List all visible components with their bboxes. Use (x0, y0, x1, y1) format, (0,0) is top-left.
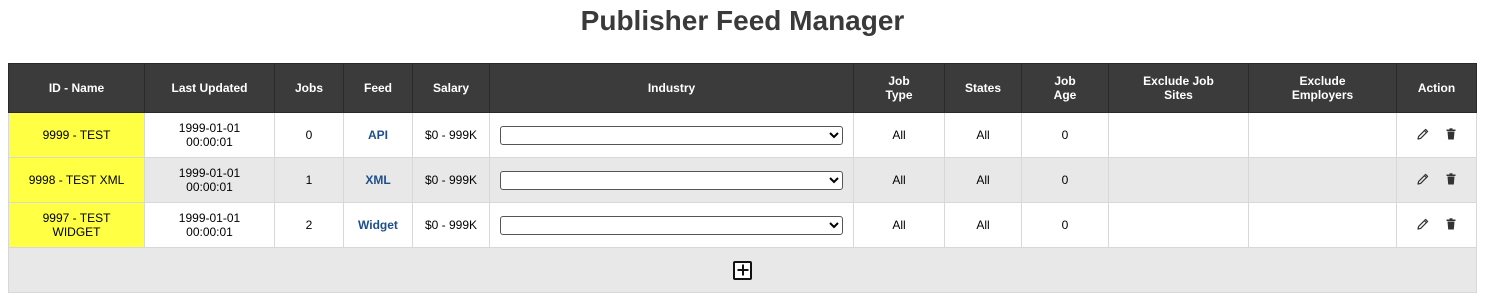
header-feed: Feed (343, 63, 413, 113)
feed-cell: XML (343, 157, 413, 203)
table-row: 9998 - TEST XML 1999-01-01 00:00:01 1 XM… (8, 157, 1477, 203)
exclude-job-sites-cell (1108, 202, 1249, 248)
trash-icon[interactable] (1445, 127, 1457, 140)
add-row-cell (8, 247, 1477, 293)
header-industry: Industry (489, 63, 854, 113)
industry-select[interactable] (500, 170, 843, 190)
add-feed-button[interactable] (733, 260, 752, 280)
salary-cell: $0 - 999K (412, 157, 490, 203)
header-row: ID - Name Last Updated Jobs Feed Salary … (8, 63, 1477, 113)
feed-link[interactable]: API (368, 128, 388, 142)
job-age-cell: 0 (1021, 112, 1109, 158)
feed-cell: API (343, 112, 413, 158)
header-job-type: Job Type (853, 63, 945, 113)
exclude-job-sites-cell (1108, 112, 1249, 158)
header-last-updated: Last Updated (144, 63, 275, 113)
jobs-cell: 2 (274, 202, 344, 248)
salary-cell: $0 - 999K (412, 202, 490, 248)
salary-cell: $0 - 999K (412, 112, 490, 158)
page-title: Publisher Feed Manager (580, 5, 905, 36)
industry-cell (489, 202, 854, 248)
industry-select[interactable] (500, 215, 843, 235)
plus-icon (737, 264, 748, 276)
table-row: 9999 - TEST 1999-01-01 00:00:01 0 API $0… (8, 112, 1477, 158)
last-updated-cell: 1999-01-01 00:00:01 (144, 202, 275, 248)
states-cell: All (944, 157, 1022, 203)
exclude-job-sites-cell (1108, 157, 1249, 203)
trash-icon[interactable] (1445, 217, 1457, 230)
action-cell (1396, 112, 1477, 158)
exclude-employers-cell (1248, 202, 1397, 248)
jobs-cell: 0 (274, 112, 344, 158)
pencil-icon[interactable] (1416, 218, 1429, 230)
feeds-table: ID - Name Last Updated Jobs Feed Salary … (8, 63, 1477, 293)
id-name-cell: 9997 - TEST WIDGET (8, 202, 145, 248)
job-age-cell: 0 (1021, 202, 1109, 248)
header-exclude-job-sites: Exclude Job Sites (1108, 63, 1249, 113)
feed-link[interactable]: XML (365, 173, 390, 187)
last-updated-cell: 1999-01-01 00:00:01 (144, 157, 275, 203)
feed-cell: Widget (343, 202, 413, 248)
pencil-icon[interactable] (1416, 128, 1429, 140)
action-cell (1396, 202, 1477, 248)
header-salary: Salary (412, 63, 490, 113)
header-job-age: Job Age (1021, 63, 1109, 113)
job-age-cell: 0 (1021, 157, 1109, 203)
industry-cell (489, 157, 854, 203)
industry-select[interactable] (500, 125, 843, 145)
job-type-cell: All (853, 157, 945, 203)
jobs-cell: 1 (274, 157, 344, 203)
table-row: 9997 - TEST WIDGET 1999-01-01 00:00:01 2… (8, 202, 1477, 248)
states-cell: All (944, 202, 1022, 248)
add-row (8, 247, 1477, 293)
feed-link[interactable]: Widget (358, 218, 398, 232)
header-id-name: ID - Name (8, 63, 145, 113)
exclude-employers-cell (1248, 112, 1397, 158)
header-states: States (944, 63, 1022, 113)
last-updated-cell: 1999-01-01 00:00:01 (144, 112, 275, 158)
header-jobs: Jobs (274, 63, 344, 113)
id-name-cell: 9999 - TEST (8, 112, 145, 158)
pencil-icon[interactable] (1416, 173, 1429, 185)
header-action: Action (1396, 63, 1477, 113)
states-cell: All (944, 112, 1022, 158)
job-type-cell: All (853, 202, 945, 248)
exclude-employers-cell (1248, 157, 1397, 203)
trash-icon[interactable] (1445, 172, 1457, 185)
action-cell (1396, 157, 1477, 203)
header-exclude-employers: Exclude Employers (1248, 63, 1397, 113)
job-type-cell: All (853, 112, 945, 158)
industry-cell (489, 112, 854, 158)
id-name-cell: 9998 - TEST XML (8, 157, 145, 203)
